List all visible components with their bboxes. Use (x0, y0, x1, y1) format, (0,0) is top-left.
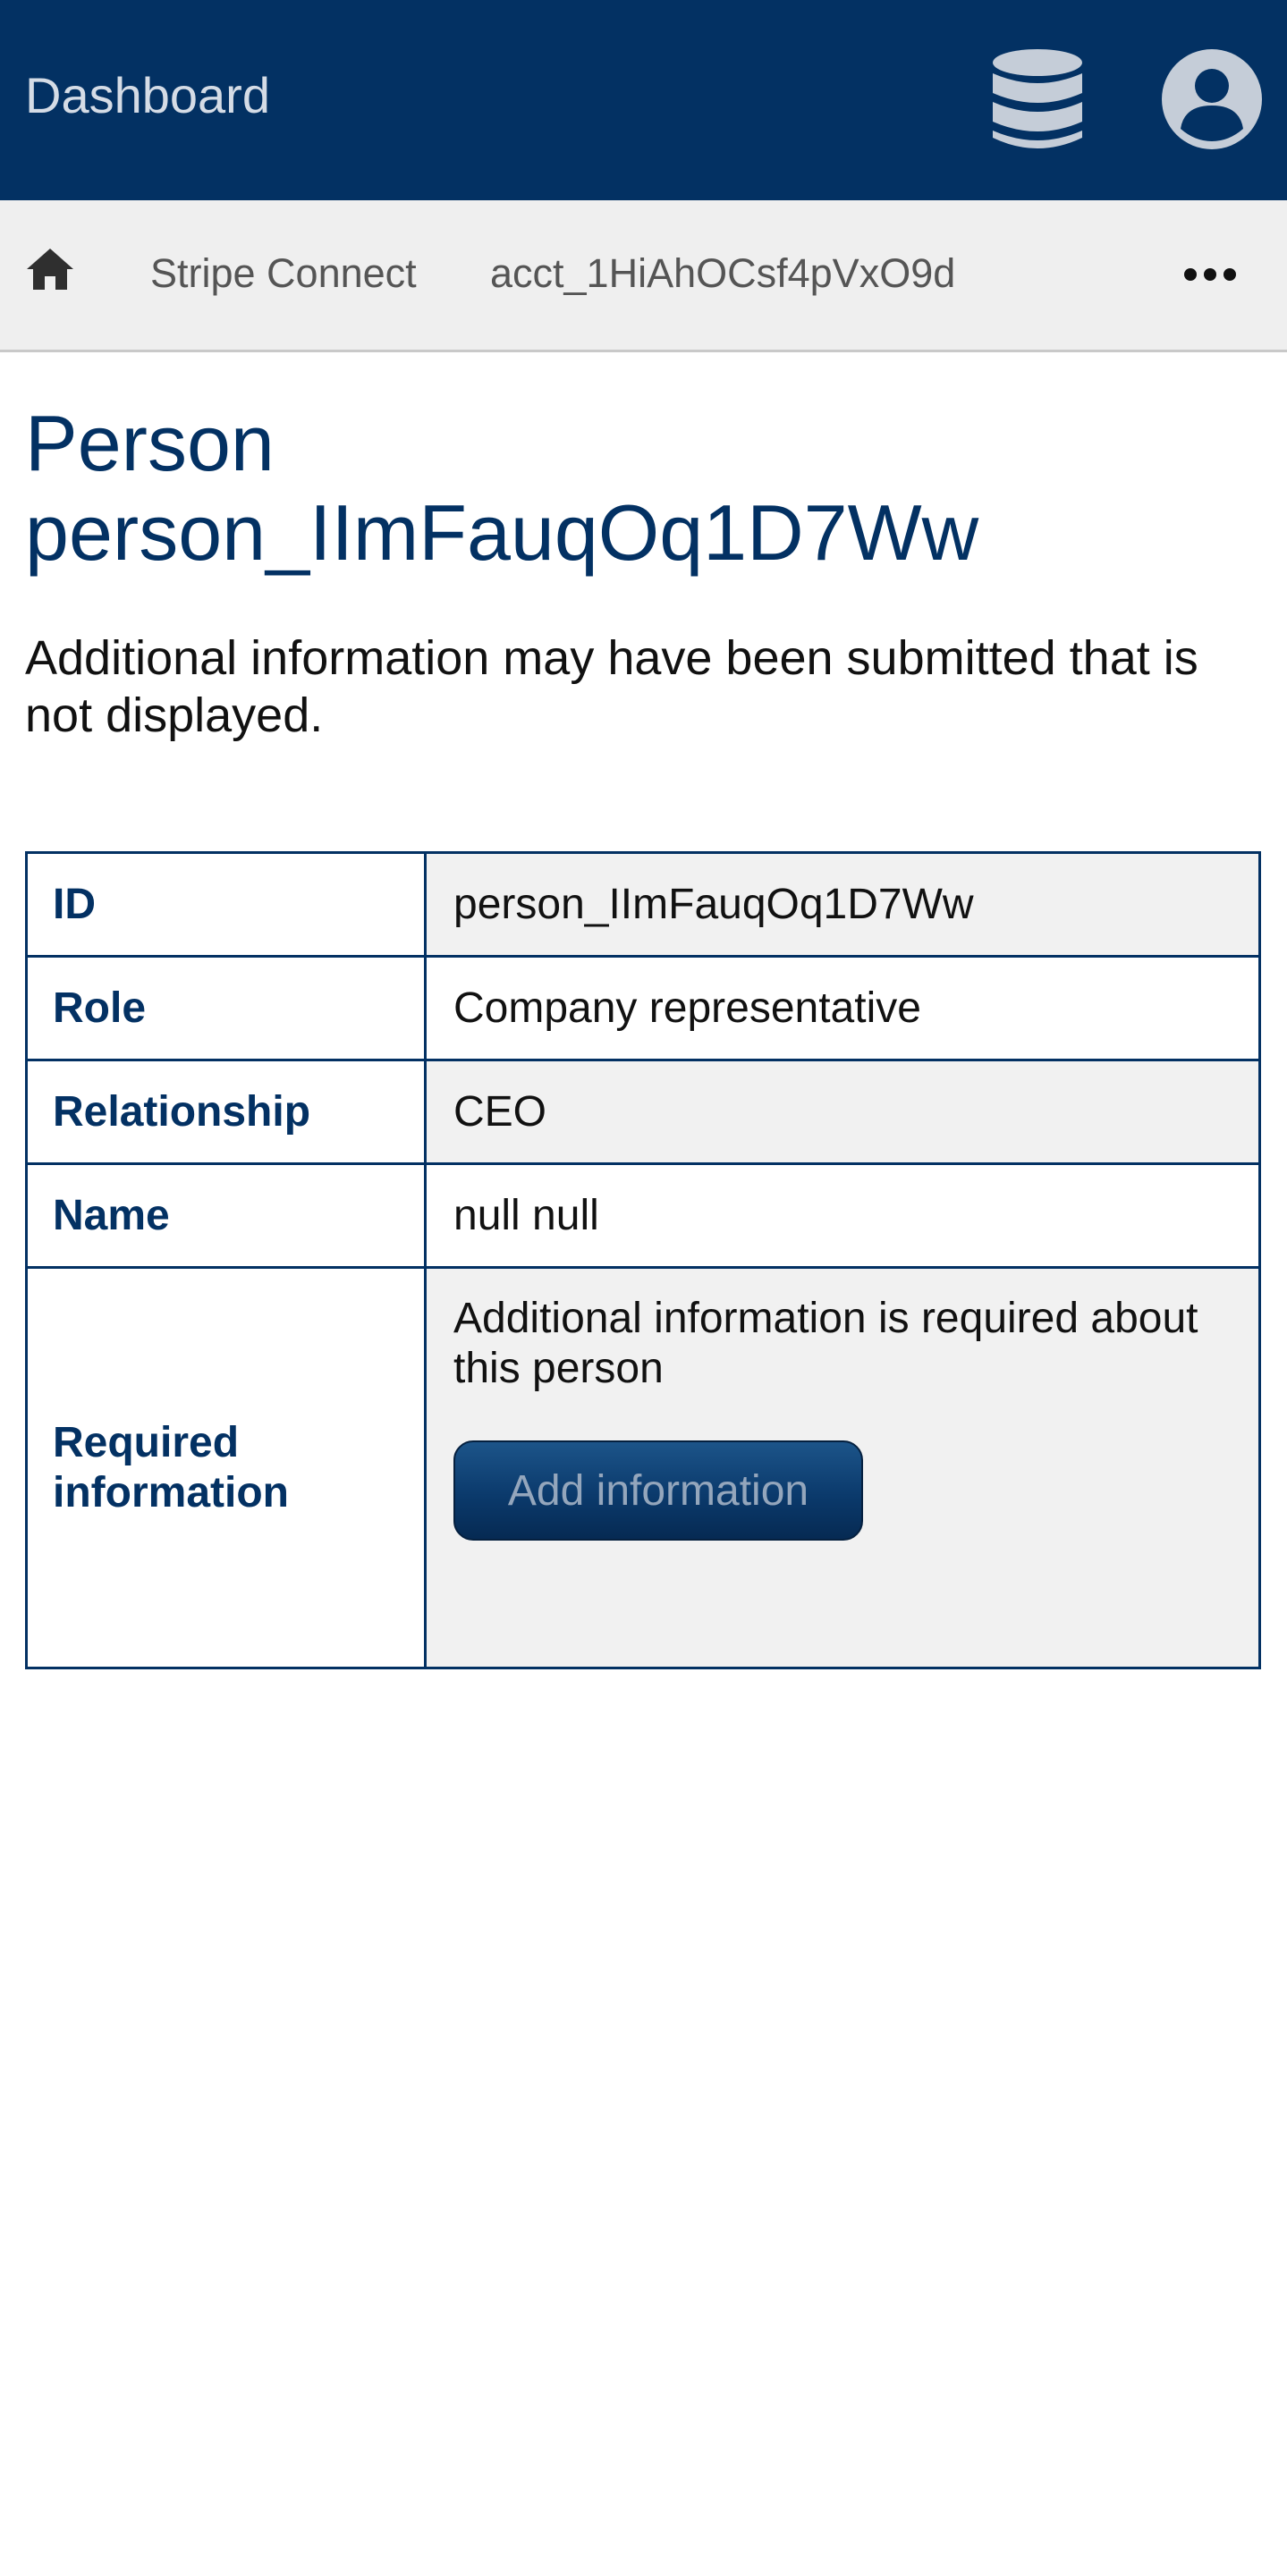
table-row-name: Name null null (25, 1162, 1261, 1269)
table-row-id: ID person_IImFauqOq1D7Ww (25, 851, 1261, 958)
required-info-text: Additional information is required about… (453, 1295, 1198, 1392)
breadcrumb-account[interactable]: acct_1HiAhOCsf4pVxO9d (490, 250, 955, 297)
row-label-name: Name (25, 1162, 427, 1269)
home-icon[interactable] (25, 247, 75, 291)
page-title-id: person_IImFauqOq1D7Ww (25, 488, 979, 577)
additional-info-notice: Additional information may have been sub… (25, 631, 1198, 742)
add-information-button[interactable]: Add information (453, 1440, 863, 1541)
row-value-role: Company representative (424, 955, 1261, 1061)
user-icon[interactable] (1161, 48, 1263, 150)
page-title: Person person_IImFauqOq1D7Ww (25, 399, 978, 578)
dashboard-link[interactable]: Dashboard (25, 64, 270, 127)
row-label-relationship: Relationship (25, 1059, 427, 1165)
top-navbar: Dashboard (0, 0, 1287, 200)
row-value-name: null null (424, 1162, 1261, 1269)
database-icon[interactable] (991, 48, 1084, 152)
breadcrumb-stripe-connect[interactable]: Stripe Connect (150, 250, 417, 297)
table-row-relationship: Relationship CEO (25, 1059, 1261, 1165)
row-label-role: Role (25, 955, 427, 1061)
person-details-table: ID person_IImFauqOq1D7Ww Role Company re… (25, 851, 1261, 1669)
row-label-required-information: Required information (25, 1266, 427, 1669)
page-title-type: Person (25, 399, 275, 487)
more-icon[interactable] (1182, 263, 1238, 286)
row-label-id: ID (25, 851, 427, 958)
row-value-relationship: CEO (424, 1059, 1261, 1165)
table-row-required-information: Required information Additional informat… (25, 1266, 1261, 1669)
row-value-required-information: Additional information is required about… (424, 1266, 1261, 1669)
table-row-role: Role Company representative (25, 955, 1261, 1061)
row-value-id: person_IImFauqOq1D7Ww (424, 851, 1261, 958)
